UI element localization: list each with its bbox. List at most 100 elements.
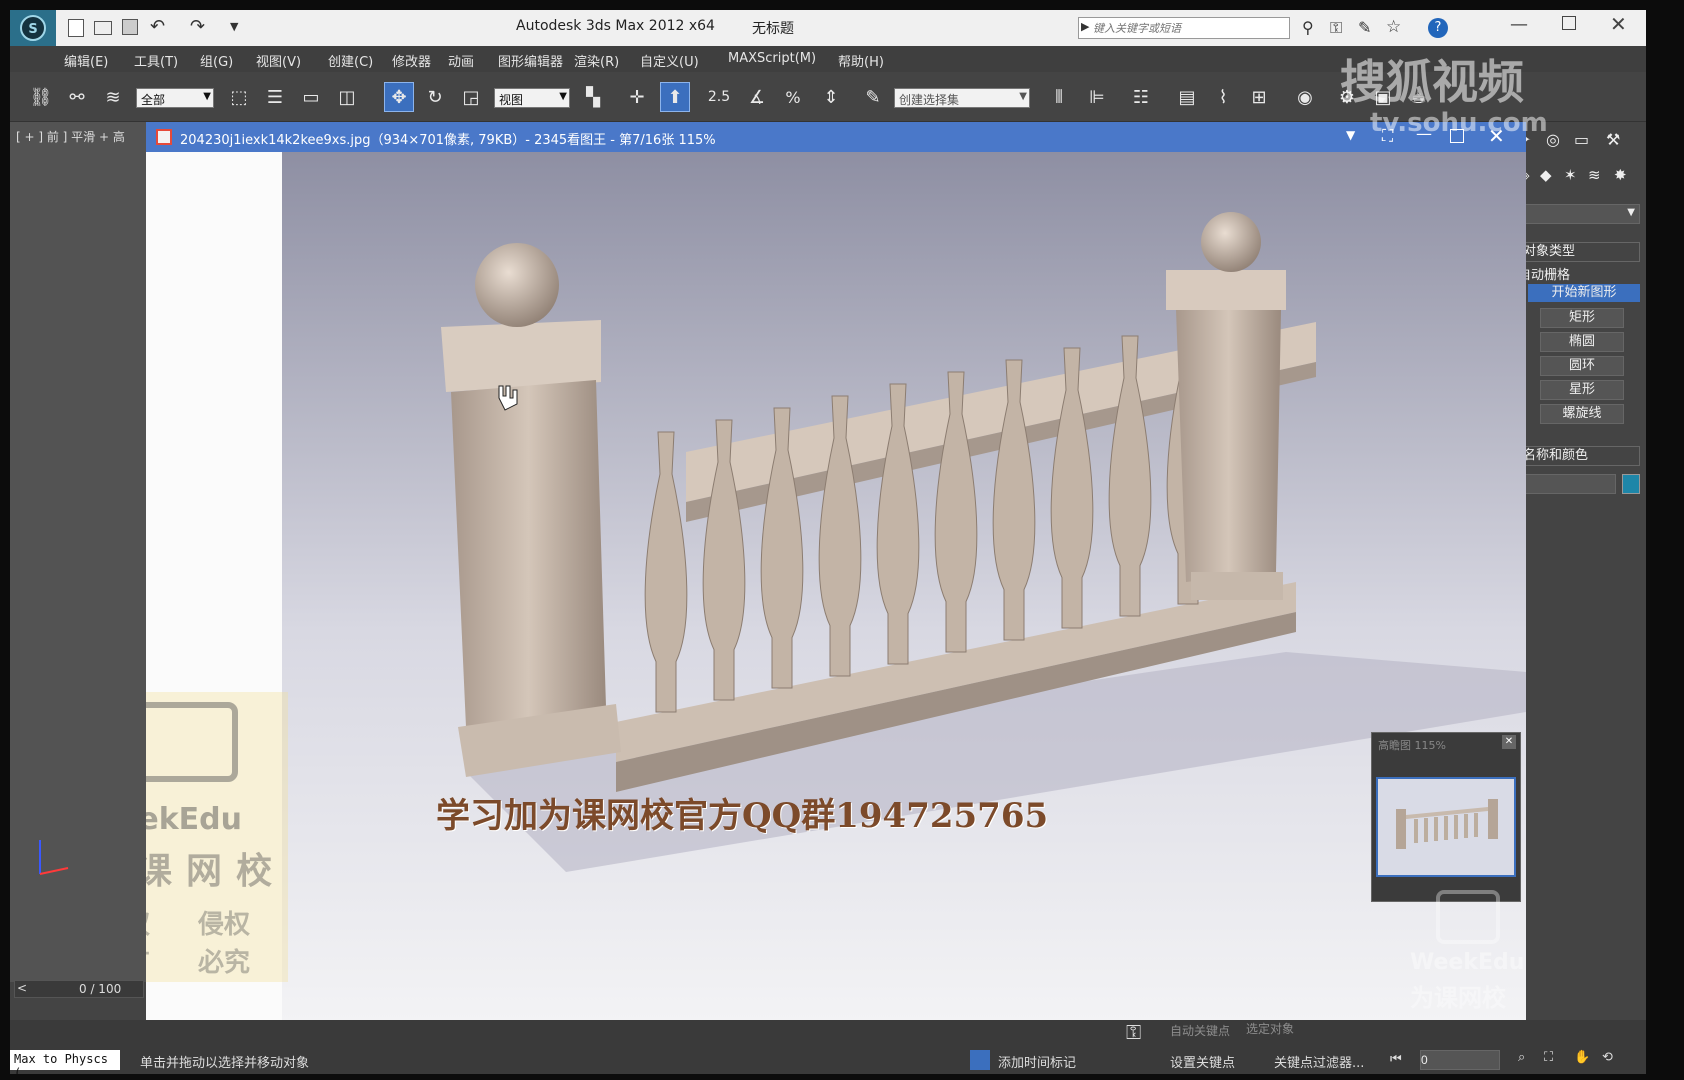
shape-button[interactable]: 矩形 <box>1540 308 1624 328</box>
schematic-view-icon[interactable]: ⊞ <box>1244 82 1274 112</box>
key-filters-button[interactable]: 关键点过滤器... <box>1274 1052 1364 1071</box>
quick-access-dropdown-icon[interactable]: ▼ <box>230 20 238 33</box>
spinner-snap-icon[interactable]: ⇕ <box>816 82 846 112</box>
menu-item[interactable]: 工具(T) <box>134 51 178 70</box>
add-time-tag-button[interactable]: 添加时间标记 <box>998 1052 1076 1071</box>
lights-icon[interactable]: ✶ <box>1564 166 1577 184</box>
binoculars-icon[interactable]: ⚲ <box>1302 18 1314 37</box>
select-and-move-icon[interactable]: ✥ <box>384 82 414 112</box>
menu-item[interactable]: 动画 <box>448 51 474 70</box>
shape-button[interactable]: 圆环 <box>1540 356 1624 376</box>
start-new-shape-checkbox[interactable]: 开始新图形 <box>1528 284 1640 302</box>
menu-item[interactable]: 帮助(H) <box>838 51 884 70</box>
window-crossing-icon[interactable]: ◫ <box>332 82 362 112</box>
auto-key-button[interactable]: 自动关键点 <box>1170 1022 1230 1039</box>
zoom-icon[interactable]: ⌕ <box>1518 1050 1525 1065</box>
ribbon-icon[interactable]: ▤ <box>1172 82 1202 112</box>
named-selection-dropdown[interactable]: 创建选择集 ▼ <box>894 88 1030 108</box>
search-expand-icon[interactable]: ▶ <box>1081 20 1089 33</box>
current-frame-field[interactable] <box>1420 1050 1500 1070</box>
object-name-field[interactable] <box>1518 474 1616 494</box>
menu-item[interactable]: 编辑(E) <box>64 51 108 70</box>
material-editor-icon[interactable]: ◉ <box>1290 82 1320 112</box>
menu-item[interactable]: MAXScript(M) <box>728 51 816 66</box>
new-file-icon[interactable] <box>68 19 84 37</box>
search-box[interactable]: ▶ <box>1078 17 1290 39</box>
navigator-close-button[interactable]: ✕ <box>1502 735 1516 749</box>
select-object-icon[interactable]: ⬚ <box>224 82 254 112</box>
viewport-front[interactable]: [ + ] 前 ] 平滑 + 高 <box>10 122 146 982</box>
utilities-tab-icon[interactable]: ⚒ <box>1606 130 1620 149</box>
select-and-scale-icon[interactable]: ◲ <box>456 82 486 112</box>
menu-item[interactable]: 图形编辑器 <box>498 51 563 70</box>
select-by-name-icon[interactable]: ☰ <box>260 82 290 112</box>
orbit-icon[interactable]: ⟲ <box>1602 1050 1613 1065</box>
shape-category-dropdown[interactable]: ▼ <box>1518 204 1640 224</box>
star-icon[interactable]: ☆ <box>1386 17 1401 37</box>
script-listener-field[interactable]: Max to Physcs ( <box>10 1050 120 1074</box>
unlink-icon[interactable]: ⚯ <box>62 82 92 112</box>
app-logo-icon[interactable]: S <box>10 10 56 46</box>
maximize-button[interactable] <box>1562 16 1576 30</box>
key-icon[interactable]: ⚿ <box>1126 1020 1141 1044</box>
viewport-label[interactable]: [ + ] 前 ] 平滑 + 高 <box>16 128 125 145</box>
bind-space-warp-icon[interactable]: ≋ <box>98 82 128 112</box>
select-and-rotate-icon[interactable]: ↻ <box>420 82 450 112</box>
selection-filter-dropdown[interactable]: 全部 ▼ <box>136 88 214 108</box>
helpers-icon[interactable]: ✸ <box>1614 166 1627 184</box>
save-file-icon[interactable] <box>122 19 138 35</box>
modify-tab-icon[interactable]: ◎ <box>1546 130 1560 149</box>
mirror-icon[interactable]: ⫴ <box>1044 82 1074 112</box>
minimize-button[interactable]: — <box>1510 14 1528 35</box>
menu-item[interactable]: 自定义(U) <box>640 51 699 70</box>
select-and-manipulate-icon[interactable]: ✛ <box>622 82 652 112</box>
search-input[interactable] <box>1093 19 1285 37</box>
selected-dropdown[interactable]: 选定对象 <box>1246 1020 1376 1040</box>
display-tab-icon[interactable]: ▭ <box>1574 130 1589 149</box>
time-slider[interactable]: < 0 / 100 <box>14 980 144 998</box>
shape-button[interactable]: 星形 <box>1540 380 1624 400</box>
shape-button[interactable]: 椭圆 <box>1540 332 1624 352</box>
angle-snap-icon[interactable]: ∡ <box>742 82 772 112</box>
open-file-icon[interactable] <box>94 21 112 35</box>
menu-item[interactable]: 组(G) <box>200 51 233 70</box>
menu-item[interactable]: 渲染(R) <box>574 51 619 70</box>
add-time-tag-icon[interactable] <box>970 1050 990 1070</box>
viewer-menu-chevron-icon[interactable]: ▼ <box>1346 128 1355 142</box>
time-slider-left-icon[interactable]: < <box>17 981 27 995</box>
object-color-swatch[interactable] <box>1622 474 1640 494</box>
section-object-type[interactable]: 对象类型 <box>1518 242 1640 262</box>
edit-named-selection-icon[interactable]: ✎ <box>858 82 888 112</box>
balustrade-render[interactable] <box>146 152 1526 1022</box>
viewer-canvas[interactable]: 学习加为课网校官方QQ群194725765 WeekEdu 为课网校 版权 侵权… <box>146 152 1526 1022</box>
menu-item[interactable]: 创建(C) <box>328 51 373 70</box>
pan-icon[interactable]: ✋ <box>1574 1050 1590 1065</box>
snap-toggle-button[interactable]: 2.5 <box>704 82 734 112</box>
tools-icon[interactable]: ✎ <box>1358 18 1371 37</box>
menu-item[interactable]: 视图(V) <box>256 51 301 70</box>
layer-manager-icon[interactable]: ☷ <box>1126 82 1156 112</box>
redo-icon[interactable]: ↷ <box>190 16 205 37</box>
pivot-center-icon[interactable]: ▚ <box>578 82 608 112</box>
set-key-button[interactable]: 设置关键点 <box>1170 1052 1235 1071</box>
keyboard-shortcut-override-icon[interactable]: ⬆ <box>660 82 690 112</box>
zoom-extents-icon[interactable]: ⛶ <box>1544 1050 1553 1065</box>
reference-coordinate-dropdown[interactable]: 视图 ▼ <box>494 88 570 108</box>
navigator-preview[interactable] <box>1376 777 1516 877</box>
shape-button[interactable]: 螺旋线 <box>1540 404 1624 424</box>
key-icon[interactable]: ⚿ <box>1330 18 1342 38</box>
shapes-icon[interactable]: ◆ <box>1540 166 1552 184</box>
navigator-thumbnail-panel[interactable]: 高瞻图 115% ✕ <box>1371 732 1521 902</box>
help-button[interactable]: ? <box>1428 18 1448 38</box>
cameras-icon[interactable]: ≋ <box>1588 166 1601 184</box>
percent-snap-button[interactable]: % <box>778 82 808 112</box>
goto-start-icon[interactable]: ⏮ <box>1390 1052 1402 1067</box>
undo-icon[interactable]: ↶ <box>150 16 165 37</box>
link-icon[interactable]: ⛓ <box>26 82 56 112</box>
close-button[interactable]: ✕ <box>1610 12 1627 36</box>
align-icon[interactable]: ⊫ <box>1082 82 1112 112</box>
curve-editor-icon[interactable]: ⌇ <box>1208 82 1238 112</box>
menu-item[interactable]: 修改器 <box>392 51 431 70</box>
rectangular-selection-icon[interactable]: ▭ <box>296 82 326 112</box>
section-name-color[interactable]: 名称和颜色 <box>1518 446 1640 466</box>
